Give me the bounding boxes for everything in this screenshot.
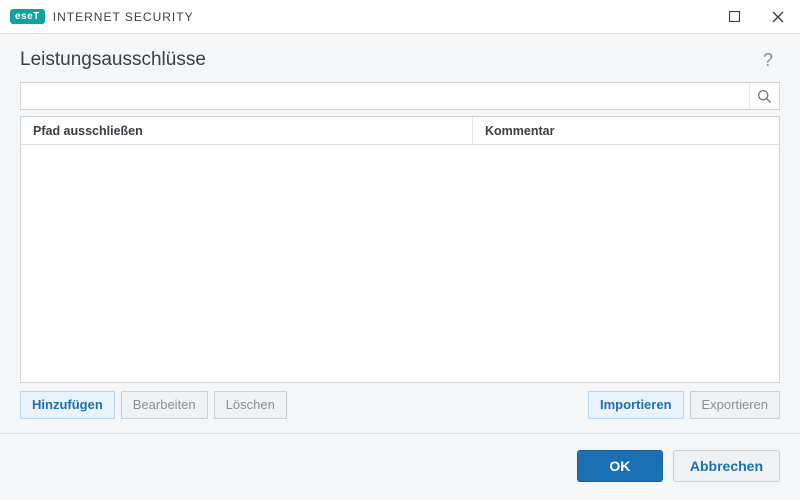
table-header: Pfad ausschließen Kommentar: [21, 117, 779, 145]
window-controls: [712, 0, 800, 34]
column-header-path[interactable]: Pfad ausschließen: [21, 117, 473, 144]
brand-text: INTERNET SECURITY: [53, 10, 194, 24]
table-actions: Hinzufügen Bearbeiten Löschen Importiere…: [20, 391, 780, 433]
exclusions-table: Pfad ausschließen Kommentar: [20, 116, 780, 383]
dialog-footer: OK Abbrechen: [0, 433, 800, 500]
search-row: [20, 82, 780, 110]
table-body[interactable]: [21, 145, 779, 382]
close-icon: [772, 11, 784, 23]
help-button[interactable]: ?: [756, 48, 780, 72]
titlebar: eseT INTERNET SECURITY: [0, 0, 800, 34]
search-input[interactable]: [21, 83, 749, 109]
delete-button[interactable]: Löschen: [214, 391, 287, 419]
ok-button[interactable]: OK: [577, 450, 663, 482]
content-area: Pfad ausschließen Kommentar Hinzufügen B…: [0, 82, 800, 433]
search-button[interactable]: [749, 83, 779, 109]
brand-badge: eseT: [10, 9, 45, 24]
cancel-button[interactable]: Abbrechen: [673, 450, 780, 482]
import-button[interactable]: Importieren: [588, 391, 684, 419]
page-title: Leistungsausschlüsse: [20, 49, 206, 71]
column-header-comment[interactable]: Kommentar: [473, 117, 779, 144]
close-button[interactable]: [756, 0, 800, 34]
maximize-button[interactable]: [712, 0, 756, 34]
edit-button[interactable]: Bearbeiten: [121, 391, 208, 419]
export-button[interactable]: Exportieren: [690, 391, 780, 419]
header-row: Leistungsausschlüsse ?: [0, 34, 800, 82]
search-icon: [757, 89, 772, 104]
square-icon: [729, 11, 740, 22]
add-button[interactable]: Hinzufügen: [20, 391, 115, 419]
help-icon: ?: [763, 50, 773, 71]
